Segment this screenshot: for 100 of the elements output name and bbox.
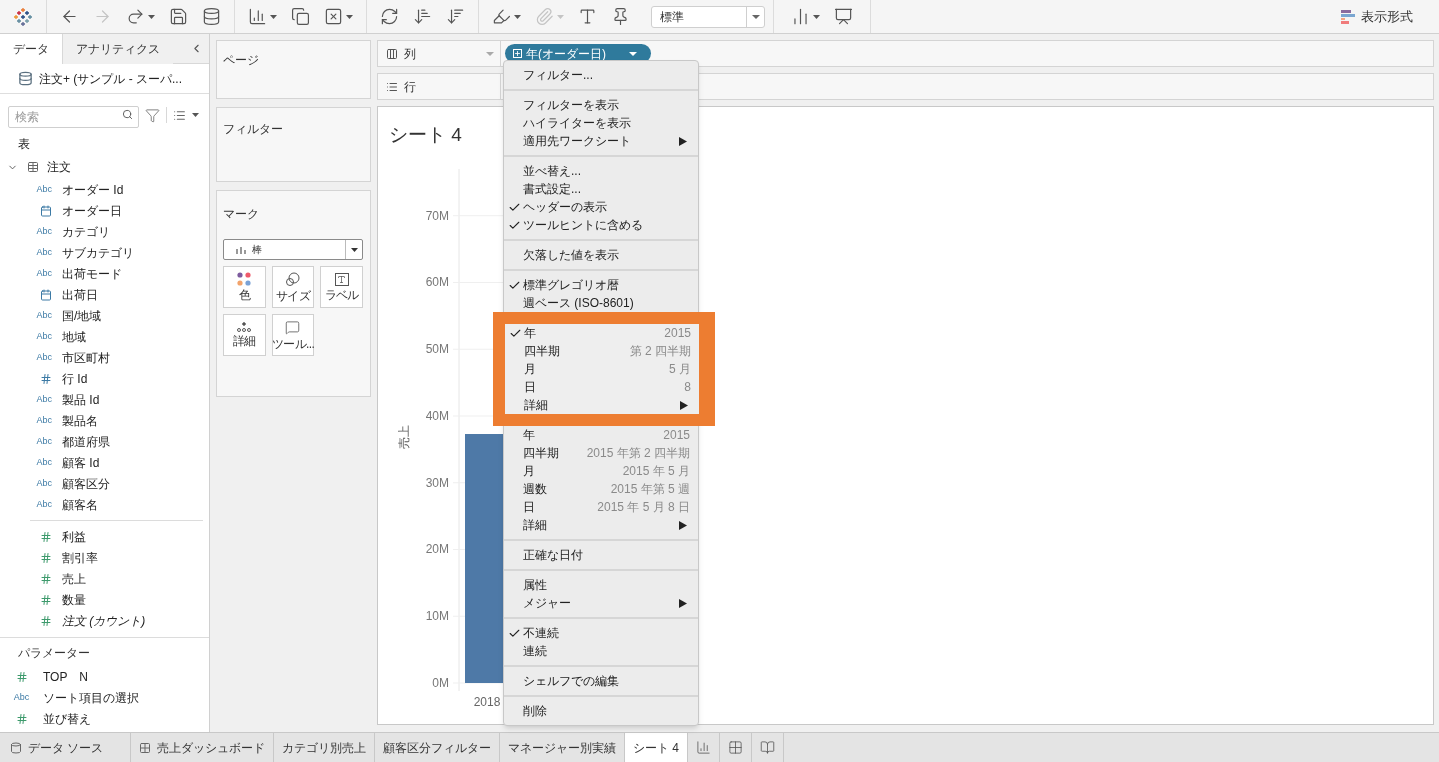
book-icon [760, 740, 775, 755]
filter-icon[interactable] [145, 107, 160, 123]
check-icon [508, 279, 521, 292]
menu-item[interactable]: 四半期 第 2 四半期 [505, 342, 699, 360]
sheet-tab[interactable]: シート 4 [625, 733, 688, 762]
menu-item[interactable]: 週ベース (ISO-8601) [504, 294, 698, 312]
field-item[interactable]: 市区町村 [62, 348, 110, 367]
calendar-icon [40, 288, 52, 301]
grid-icon [728, 740, 743, 755]
caret-icon[interactable] [192, 113, 199, 117]
card-title: マーク [223, 207, 259, 221]
field-item[interactable]: 数量 [62, 590, 86, 609]
menu-item[interactable]: 詳細 [505, 396, 699, 414]
menu-item[interactable]: ツールヒントに含める [504, 216, 698, 234]
field-item[interactable]: 利益 [62, 527, 86, 546]
field-item[interactable]: 顧客区分 [62, 474, 110, 493]
caret-icon [557, 14, 564, 19]
rows-icon [386, 80, 398, 93]
field-item[interactable]: 製品 Id [62, 390, 100, 409]
menu-item[interactable]: 月 2015 年 5 月 [504, 462, 698, 480]
menu-item[interactable]: 正確な日付 [504, 546, 698, 564]
y-tick-label: 70M [425, 208, 449, 223]
bar-chart-icon [791, 7, 810, 26]
sort-descending-icon [446, 7, 465, 26]
field-item[interactable]: 出荷日 [62, 285, 98, 304]
field-item[interactable]: 出荷モード [62, 264, 122, 283]
menu-item[interactable]: 月 5 月 [505, 360, 699, 378]
field-item[interactable]: 地域 [62, 327, 86, 346]
menu-item[interactable]: フィルター... [504, 66, 698, 84]
field-item[interactable]: 注文 (カウント) [62, 611, 146, 630]
swap-arrows-icon [380, 7, 399, 26]
table-icon [27, 161, 39, 173]
mark-type-dropdown[interactable]: 棒 [223, 239, 363, 260]
field-item[interactable]: 製品名 [62, 411, 98, 430]
menu-item[interactable]: 日 2015 年 5 月 8 日 [504, 498, 698, 516]
menu-item[interactable]: 書式設定... [504, 180, 698, 198]
show-me-panel-button[interactable]: 表示形式 [1341, 6, 1413, 27]
menu-item[interactable]: 並べ替え... [504, 162, 698, 180]
menu-item[interactable]: メジャー [504, 594, 698, 612]
parameter-item[interactable]: 並び替え [43, 709, 91, 728]
menu-item[interactable]: 年 2015 [504, 426, 698, 444]
table-name[interactable]: 注文 [47, 158, 71, 176]
search-field[interactable]: 検索 [8, 106, 139, 128]
menu-item[interactable]: 詳細 [504, 516, 698, 534]
caret-icon [514, 14, 521, 19]
menu-item[interactable]: 不連続 [504, 624, 698, 642]
menu-item[interactable]: シェルフでの編集 [504, 672, 698, 690]
mark-property-button[interactable]: 詳細 [223, 314, 266, 356]
size-circles-icon [285, 271, 301, 287]
field-item[interactable]: 顧客 Id [62, 453, 100, 472]
y-tick-label: 50M [425, 341, 449, 356]
menu-item[interactable]: 欠落した値を表示 [504, 246, 698, 264]
menu-item[interactable]: 属性 [504, 576, 698, 594]
menu-item[interactable]: 削除 [504, 702, 698, 720]
parameter-item[interactable]: ソート項目の選択 [43, 688, 139, 707]
menu-item[interactable]: 適用先ワークシート [504, 132, 698, 150]
string-type-icon: Abc [36, 269, 52, 278]
menu-item[interactable]: 標準グレゴリオ暦 [504, 276, 698, 294]
menu-item[interactable]: 週数 2015 年第 5 週 [504, 480, 698, 498]
bar-chart-icon [696, 740, 711, 755]
hash-icon [15, 670, 28, 683]
copy-icon [291, 7, 310, 26]
field-item[interactable]: 国/地域 [62, 306, 102, 325]
datasource-name[interactable]: 注文+ (サンプル - スーパ... [39, 69, 182, 88]
cylinder-icon [10, 741, 22, 754]
field-item[interactable]: 都道府県 [62, 432, 110, 451]
y-tick-label: 40M [425, 408, 449, 423]
section-label: パラメーター [18, 645, 90, 662]
menu-item[interactable]: 日 8 [505, 378, 699, 396]
presentation-icon [834, 7, 853, 26]
hash-icon [40, 551, 52, 564]
mark-property-button[interactable]: サイズ [271, 266, 315, 308]
menu-item[interactable]: 年 2015 [505, 324, 699, 342]
field-item[interactable]: サブカテゴリ [62, 243, 134, 262]
menu-item[interactable]: 連続 [504, 642, 698, 660]
fit-dropdown[interactable]: 標準 [651, 5, 765, 28]
field-item[interactable]: オーダー Id [62, 180, 124, 199]
panel-tab[interactable]: データ [0, 34, 63, 64]
field-item[interactable]: オーダー日 [62, 201, 122, 220]
highlighter-icon [492, 7, 511, 26]
field-item[interactable]: 割引率 [62, 548, 98, 567]
field-item[interactable]: 売上 [62, 569, 86, 588]
mark-property-button[interactable]: ツール... [271, 314, 315, 356]
check-icon [508, 219, 521, 232]
menu-item[interactable]: ハイライターを表示 [504, 114, 698, 132]
menu-item[interactable]: フィルターを表示 [504, 96, 698, 114]
submenu-arrow-icon [679, 598, 687, 608]
string-type-icon: Abc [36, 353, 52, 362]
menu-item[interactable]: 四半期 2015 年第 2 四半期 [504, 444, 698, 462]
menu-item[interactable]: ヘッダーの表示 [504, 198, 698, 216]
hash-icon [40, 593, 52, 606]
y-axis-title: 売上 [397, 424, 411, 449]
mark-property-button[interactable]: 色 [223, 266, 266, 308]
mark-property-button[interactable]: ラベル [320, 266, 363, 308]
field-item[interactable]: カテゴリ [62, 222, 110, 241]
speech-bubble-icon [285, 319, 301, 335]
parameter-item[interactable]: TOP N [43, 667, 88, 686]
list-view-icon[interactable] [173, 108, 186, 122]
field-item[interactable]: 顧客名 [62, 495, 98, 514]
field-item[interactable]: 行 Id [62, 369, 88, 388]
